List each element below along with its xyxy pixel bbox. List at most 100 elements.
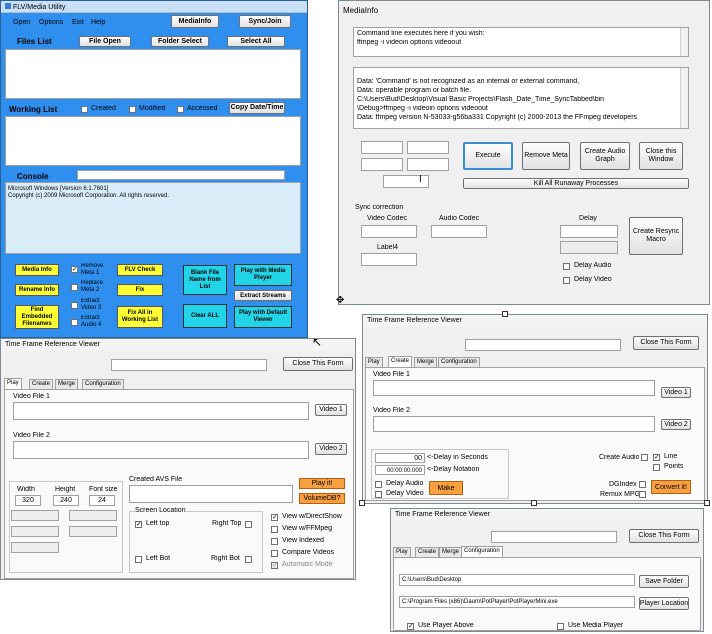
- player-path-input[interactable]: C:\Program Files (x86)\Daum\PotPlayer\Po…: [399, 596, 635, 608]
- create-audio-checkbox[interactable]: [641, 454, 648, 461]
- delay-field[interactable]: [560, 225, 618, 238]
- create-audio-graph-button[interactable]: Create Audio Graph: [580, 142, 630, 170]
- remove-meta-button[interactable]: Remove Meta: [522, 142, 570, 170]
- tab-play[interactable]: Play: [365, 357, 383, 367]
- use-player-checkbox[interactable]: ✓: [407, 623, 414, 630]
- extract-audio-checkbox[interactable]: [71, 319, 78, 326]
- tab-play[interactable]: Play: [4, 378, 22, 389]
- sync-join-button[interactable]: Sync/Join: [239, 15, 291, 28]
- video-file-1-input[interactable]: [373, 380, 655, 396]
- indexed-checkbox[interactable]: [271, 538, 278, 545]
- menu-options[interactable]: Options: [39, 19, 63, 27]
- media-info-button[interactable]: Media Info: [15, 264, 59, 276]
- tab-merge[interactable]: Merge: [55, 379, 79, 389]
- close-form-button[interactable]: Close This Form: [283, 357, 353, 371]
- video2-button[interactable]: Video 2: [315, 443, 347, 455]
- audio-codec-field[interactable]: [431, 225, 487, 238]
- ffmpeg-checkbox[interactable]: [271, 526, 278, 533]
- created-checkbox[interactable]: [81, 106, 88, 113]
- field-2[interactable]: [407, 141, 449, 154]
- tab-merge[interactable]: Merge: [439, 547, 463, 557]
- close-window-button[interactable]: Close this Window: [639, 142, 683, 170]
- menu-help[interactable]: Help: [91, 19, 105, 27]
- volumedb-button[interactable]: VolumeDB?: [299, 493, 345, 504]
- console-input[interactable]: [77, 170, 285, 180]
- tab-create[interactable]: Create: [415, 547, 440, 557]
- replace-meta-checkbox[interactable]: [71, 284, 78, 291]
- file-open-button[interactable]: File Open: [79, 36, 131, 47]
- tab-configuration[interactable]: Configuration: [82, 379, 124, 389]
- execute-button[interactable]: Execute: [463, 142, 513, 170]
- field-3[interactable]: [361, 158, 403, 171]
- tab-create[interactable]: Create: [29, 379, 54, 389]
- left-top-checkbox[interactable]: ✓: [135, 521, 142, 528]
- mediainfo-button[interactable]: MediaInfo: [171, 15, 219, 28]
- points-checkbox[interactable]: [653, 464, 660, 471]
- line-checkbox[interactable]: ✓: [653, 454, 660, 461]
- dgindex-checkbox[interactable]: [639, 481, 646, 488]
- desktop-path-input[interactable]: C:\Users\Bud\Desktop: [399, 574, 635, 586]
- resize-handle[interactable]: [359, 500, 365, 506]
- tab-configuration[interactable]: Configuration: [438, 357, 480, 367]
- resize-handle[interactable]: [502, 311, 508, 317]
- font-size-field[interactable]: 24: [89, 495, 115, 506]
- fix-all-button[interactable]: Fix All in Working List: [117, 306, 163, 328]
- resize-handle[interactable]: [531, 500, 537, 506]
- menu-exit[interactable]: Exit: [72, 19, 84, 27]
- tf-play-top-field[interactable]: [111, 359, 267, 371]
- make-button[interactable]: Make: [429, 481, 463, 495]
- video-file-1-input[interactable]: [13, 402, 309, 420]
- video1-button[interactable]: Video 1: [661, 387, 691, 398]
- close-form-button[interactable]: Close This Form: [633, 336, 699, 350]
- remove-meta-checkbox[interactable]: ✓: [71, 266, 78, 273]
- compare-checkbox[interactable]: [271, 550, 278, 557]
- remux-checkbox[interactable]: [639, 491, 646, 498]
- copy-datetime-button[interactable]: Copy Date/Time: [229, 102, 285, 114]
- field-5[interactable]: [383, 175, 429, 188]
- working-list-box[interactable]: [5, 116, 301, 166]
- field-1[interactable]: [361, 141, 403, 154]
- width-field[interactable]: 320: [15, 495, 41, 506]
- tab-configuration[interactable]: Configuration: [461, 546, 503, 557]
- select-all-button[interactable]: Select All: [227, 36, 285, 47]
- save-folder-button[interactable]: Save Folder: [639, 575, 689, 588]
- right-bot-checkbox[interactable]: [245, 556, 252, 563]
- output-scrollbar[interactable]: [680, 68, 688, 128]
- flv-check-button[interactable]: FLV Check: [117, 264, 163, 276]
- play-default-viewer-button[interactable]: Play with Default Viewer: [234, 306, 292, 328]
- play-media-player-button[interactable]: Play with Media Player: [234, 264, 292, 286]
- delay-audio-checkbox[interactable]: [563, 263, 570, 270]
- label4-field[interactable]: [361, 253, 417, 266]
- delay-video-checkbox[interactable]: [375, 491, 382, 498]
- accessed-checkbox[interactable]: [177, 106, 184, 113]
- convert-button[interactable]: Convert it!: [651, 480, 691, 494]
- delay-seconds-field[interactable]: 00: [375, 453, 425, 463]
- use-media-checkbox[interactable]: [557, 623, 564, 630]
- player-location-button[interactable]: Player Location: [639, 597, 689, 610]
- tab-merge[interactable]: Merge: [414, 357, 438, 367]
- video-file-2-input[interactable]: [373, 416, 655, 432]
- created-avs-input[interactable]: [129, 485, 293, 503]
- tab-create[interactable]: Create: [388, 356, 413, 367]
- command-input[interactable]: Command line executes here if you wish: …: [353, 27, 689, 57]
- play-it-button[interactable]: Play it!: [299, 478, 345, 489]
- menu-open[interactable]: Open: [13, 19, 30, 27]
- height-field[interactable]: 240: [53, 495, 79, 506]
- delay-notation-field[interactable]: 00:00:00.000: [375, 465, 425, 475]
- video-file-2-input[interactable]: [13, 441, 309, 459]
- delay-video-checkbox[interactable]: [563, 277, 570, 284]
- clear-all-button[interactable]: Clear ALL: [183, 304, 227, 328]
- rename-info-button[interactable]: Rename Info: [15, 284, 59, 296]
- modified-checkbox[interactable]: [129, 106, 136, 113]
- command-scrollbar[interactable]: [680, 28, 688, 56]
- tab-play[interactable]: Play: [393, 547, 411, 557]
- field-4[interactable]: [407, 158, 449, 171]
- resize-handle[interactable]: [704, 500, 710, 506]
- tf-create-top-field[interactable]: [465, 339, 621, 351]
- blank-file-button[interactable]: Blank File Name from List: [183, 265, 227, 295]
- video-codec-field[interactable]: [361, 225, 417, 238]
- create-resync-button[interactable]: Create Resync Macro: [629, 217, 683, 255]
- video1-button[interactable]: Video 1: [315, 404, 347, 416]
- tf-config-top-field[interactable]: [491, 531, 617, 543]
- video2-button[interactable]: Video 2: [661, 419, 691, 430]
